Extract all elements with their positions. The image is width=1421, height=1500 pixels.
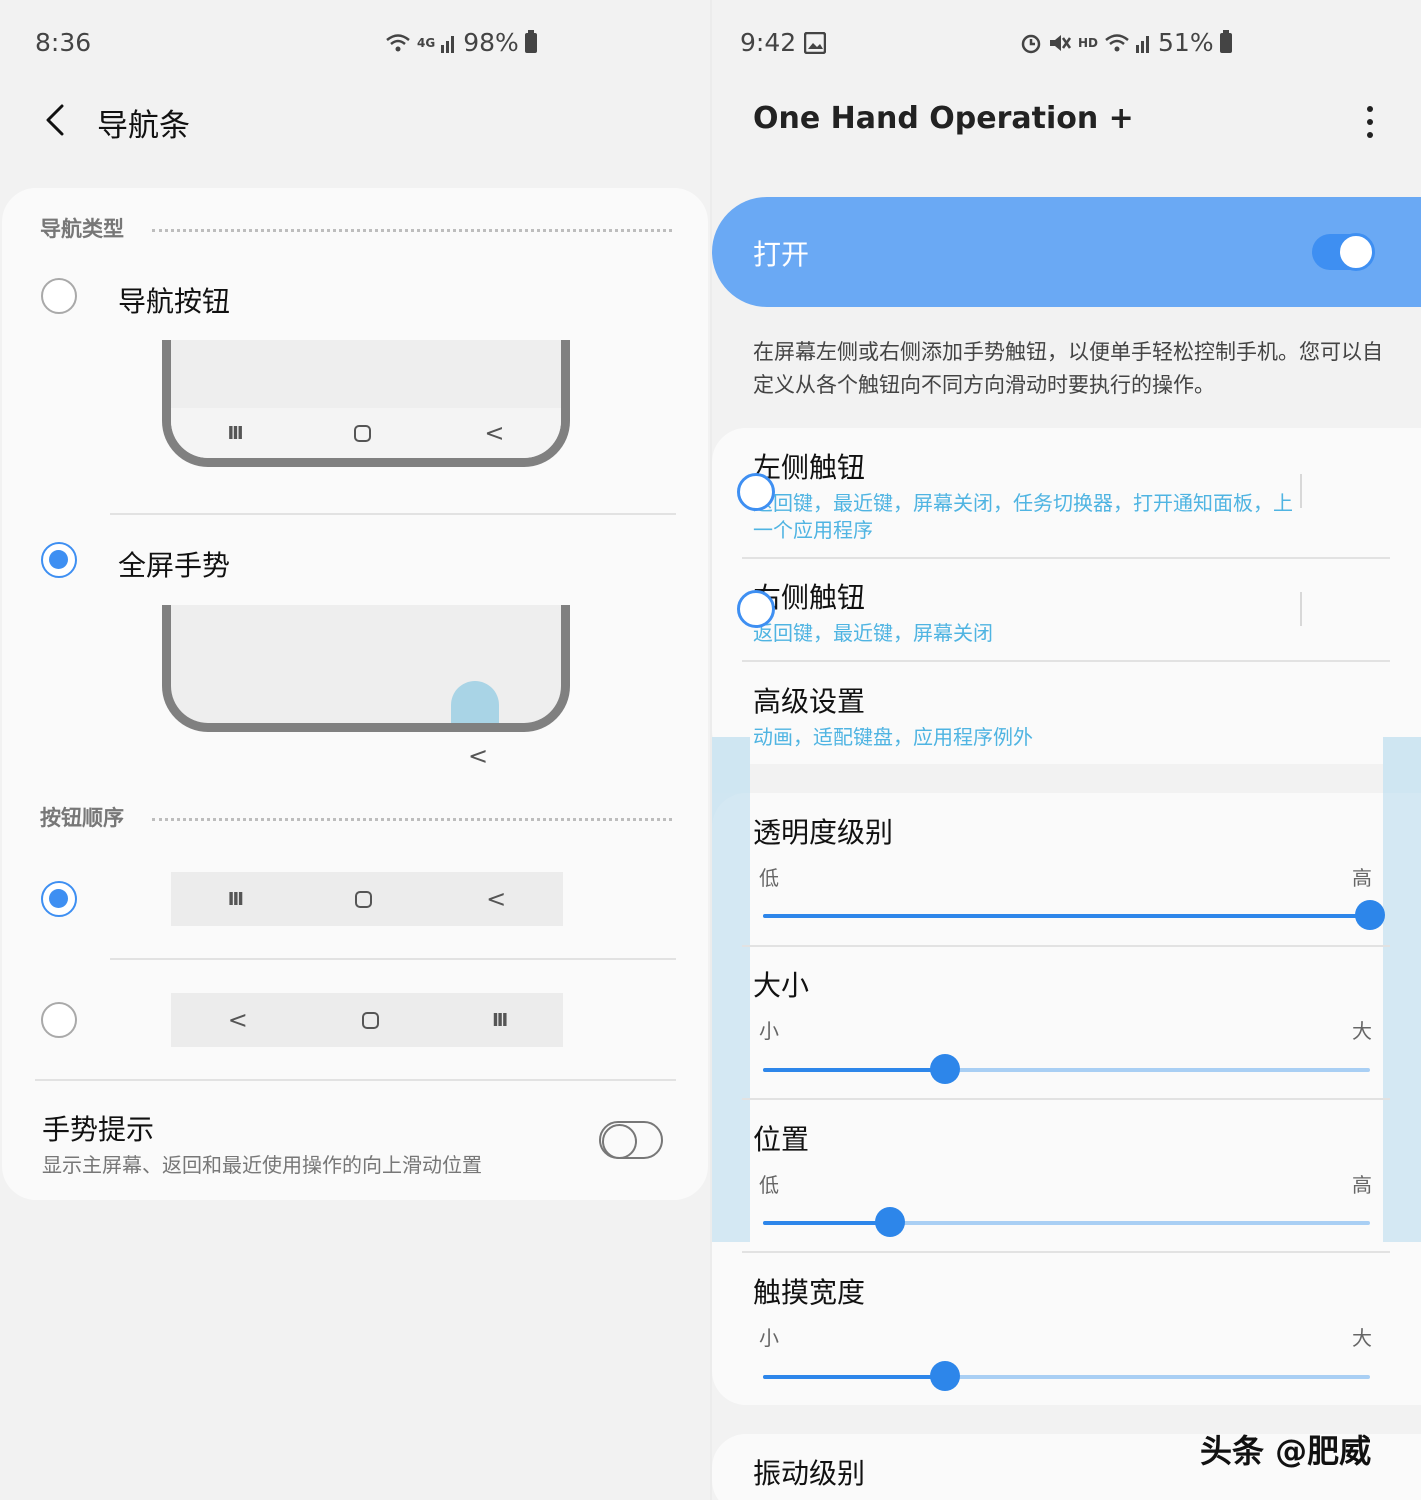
- divider: [110, 513, 676, 515]
- divider: [742, 1098, 1390, 1100]
- back-icon: <: [486, 885, 507, 913]
- signal-icon: [441, 35, 455, 53]
- size-min: 小: [759, 1019, 779, 1043]
- navigation-bar-screen: 8:36 4G 98% 导航条 导航类型 导航按钮 III < 全屏手势 < 按…: [0, 0, 710, 1500]
- back-gesture-icon: <: [468, 742, 489, 770]
- more-options-button[interactable]: [1360, 102, 1380, 142]
- divider: [742, 660, 1390, 662]
- page-title: One Hand Operation +: [753, 101, 1134, 136]
- position-title: 位置: [753, 1123, 810, 1156]
- status-bar: 8:36 4G 98%: [0, 24, 710, 64]
- advanced-settings-title[interactable]: 高级设置: [753, 680, 865, 720]
- separator: [1300, 592, 1302, 626]
- recents-icon: III: [227, 888, 244, 910]
- back-button[interactable]: [40, 100, 76, 140]
- preview-navigation-buttons: III <: [162, 340, 570, 467]
- slider-thumb[interactable]: [1355, 900, 1385, 930]
- master-switch-label: 打开: [753, 238, 810, 271]
- home-icon: [361, 1011, 379, 1029]
- master-switch-bar[interactable]: 打开: [712, 197, 1421, 307]
- radio-order-recent-home-back[interactable]: [41, 881, 77, 917]
- divider: [742, 557, 1390, 559]
- gesture-hint-toggle[interactable]: [599, 1121, 663, 1159]
- size-max: 大: [1352, 1019, 1372, 1043]
- right-handle-toggle[interactable]: [712, 590, 775, 628]
- back-icon: <: [484, 419, 505, 447]
- more-options-icon: [1367, 105, 1373, 112]
- battery-percent: 98%: [463, 28, 519, 57]
- transparency-slider[interactable]: [763, 900, 1385, 930]
- slider-thumb[interactable]: [930, 1054, 961, 1084]
- section-divider: [152, 228, 672, 232]
- status-bar: 9:42 HD 51%: [712, 24, 1421, 64]
- divider: [742, 1251, 1390, 1253]
- option-navigation-buttons-label[interactable]: 导航按钮: [118, 280, 230, 320]
- separator: [1300, 474, 1302, 508]
- wifi-icon: [1105, 33, 1129, 51]
- size-slider[interactable]: [763, 1054, 1370, 1084]
- right-handle-actions: 返回键，最近键，屏幕关闭: [753, 621, 993, 645]
- left-handle-toggle[interactable]: [712, 473, 775, 511]
- back-icon: <: [227, 1006, 248, 1034]
- battery-percent: 51%: [1158, 28, 1214, 57]
- battery-icon: [1219, 29, 1232, 53]
- status-time: 9:42: [740, 28, 797, 57]
- mute-icon: [1050, 34, 1072, 51]
- recents-icon: III: [492, 1009, 508, 1031]
- section-button-order: 按钮顺序: [40, 802, 672, 832]
- vibration-level-title[interactable]: 振动级别: [753, 1452, 865, 1492]
- gesture-hint-title: 手势提示: [42, 1113, 155, 1146]
- page-title: 导航条: [97, 108, 190, 144]
- section-divider: [152, 817, 672, 821]
- touch-width-title: 触摸宽度: [753, 1276, 866, 1309]
- option-full-screen-gestures-label[interactable]: 全屏手势: [118, 544, 230, 584]
- section-label: 按钮顺序: [40, 806, 124, 830]
- home-icon: [354, 424, 372, 442]
- recents-icon: III: [227, 422, 243, 444]
- battery-icon: [524, 29, 537, 53]
- preview-navbar: III <: [171, 408, 561, 458]
- section-label: 导航类型: [40, 217, 124, 241]
- radio-full-screen-gestures[interactable]: [41, 542, 77, 578]
- transparency-title: 透明度级别: [753, 816, 894, 849]
- signal-icon: [1136, 35, 1150, 53]
- back-arrow-icon: [46, 104, 64, 136]
- touch-width-slider[interactable]: [763, 1361, 1370, 1391]
- left-handle-actions: 返回键，最近键，屏幕关闭，任务切换器，打开通知面板，上一个应用程序: [753, 491, 1293, 542]
- order-option-back-home-recent[interactable]: < III: [171, 993, 563, 1047]
- gesture-handle: [451, 681, 499, 723]
- gesture-hint-subtitle: 显示主屏幕、返回和最近使用操作的向上滑动位置: [42, 1153, 482, 1177]
- position-max: 高: [1352, 1173, 1372, 1197]
- size-title: 大小: [753, 969, 810, 1002]
- divider: [35, 1079, 676, 1081]
- alarm-icon: [1021, 34, 1041, 53]
- radio-order-back-home-recent[interactable]: [41, 1002, 77, 1038]
- section-nav-type: 导航类型: [40, 213, 672, 243]
- gallery-icon: [804, 32, 826, 54]
- position-slider[interactable]: [763, 1207, 1370, 1237]
- advanced-settings-summary: 动画，适配键盘，应用程序例外: [753, 725, 1033, 749]
- transparency-min: 低: [759, 866, 779, 890]
- radio-navigation-buttons[interactable]: [41, 278, 77, 314]
- position-min: 低: [759, 1173, 779, 1197]
- divider: [742, 945, 1390, 947]
- preview-full-screen-gestures: [162, 605, 570, 732]
- status-time: 8:36: [35, 28, 92, 57]
- watermark: 头条 @肥威: [1200, 1432, 1372, 1470]
- network-type: 4G: [417, 35, 436, 50]
- feature-description: 在屏幕左侧或右侧添加手势触钮，以便单手轻松控制手机。您可以自定义从各个触钮向不同…: [753, 340, 1383, 397]
- divider: [110, 958, 676, 960]
- transparency-max: 高: [1352, 866, 1372, 890]
- wifi-icon: [386, 33, 410, 51]
- one-hand-operation-screen: 9:42 HD 51% One Hand Operation + 打开 在屏幕左…: [712, 0, 1421, 1500]
- hd-badge: HD: [1078, 35, 1099, 50]
- master-toggle[interactable]: [1312, 233, 1375, 271]
- slider-thumb[interactable]: [930, 1361, 961, 1391]
- touch-width-max: 大: [1352, 1326, 1372, 1350]
- touch-width-min: 小: [759, 1326, 779, 1350]
- order-option-recent-home-back[interactable]: III <: [171, 872, 563, 926]
- home-icon: [355, 890, 373, 908]
